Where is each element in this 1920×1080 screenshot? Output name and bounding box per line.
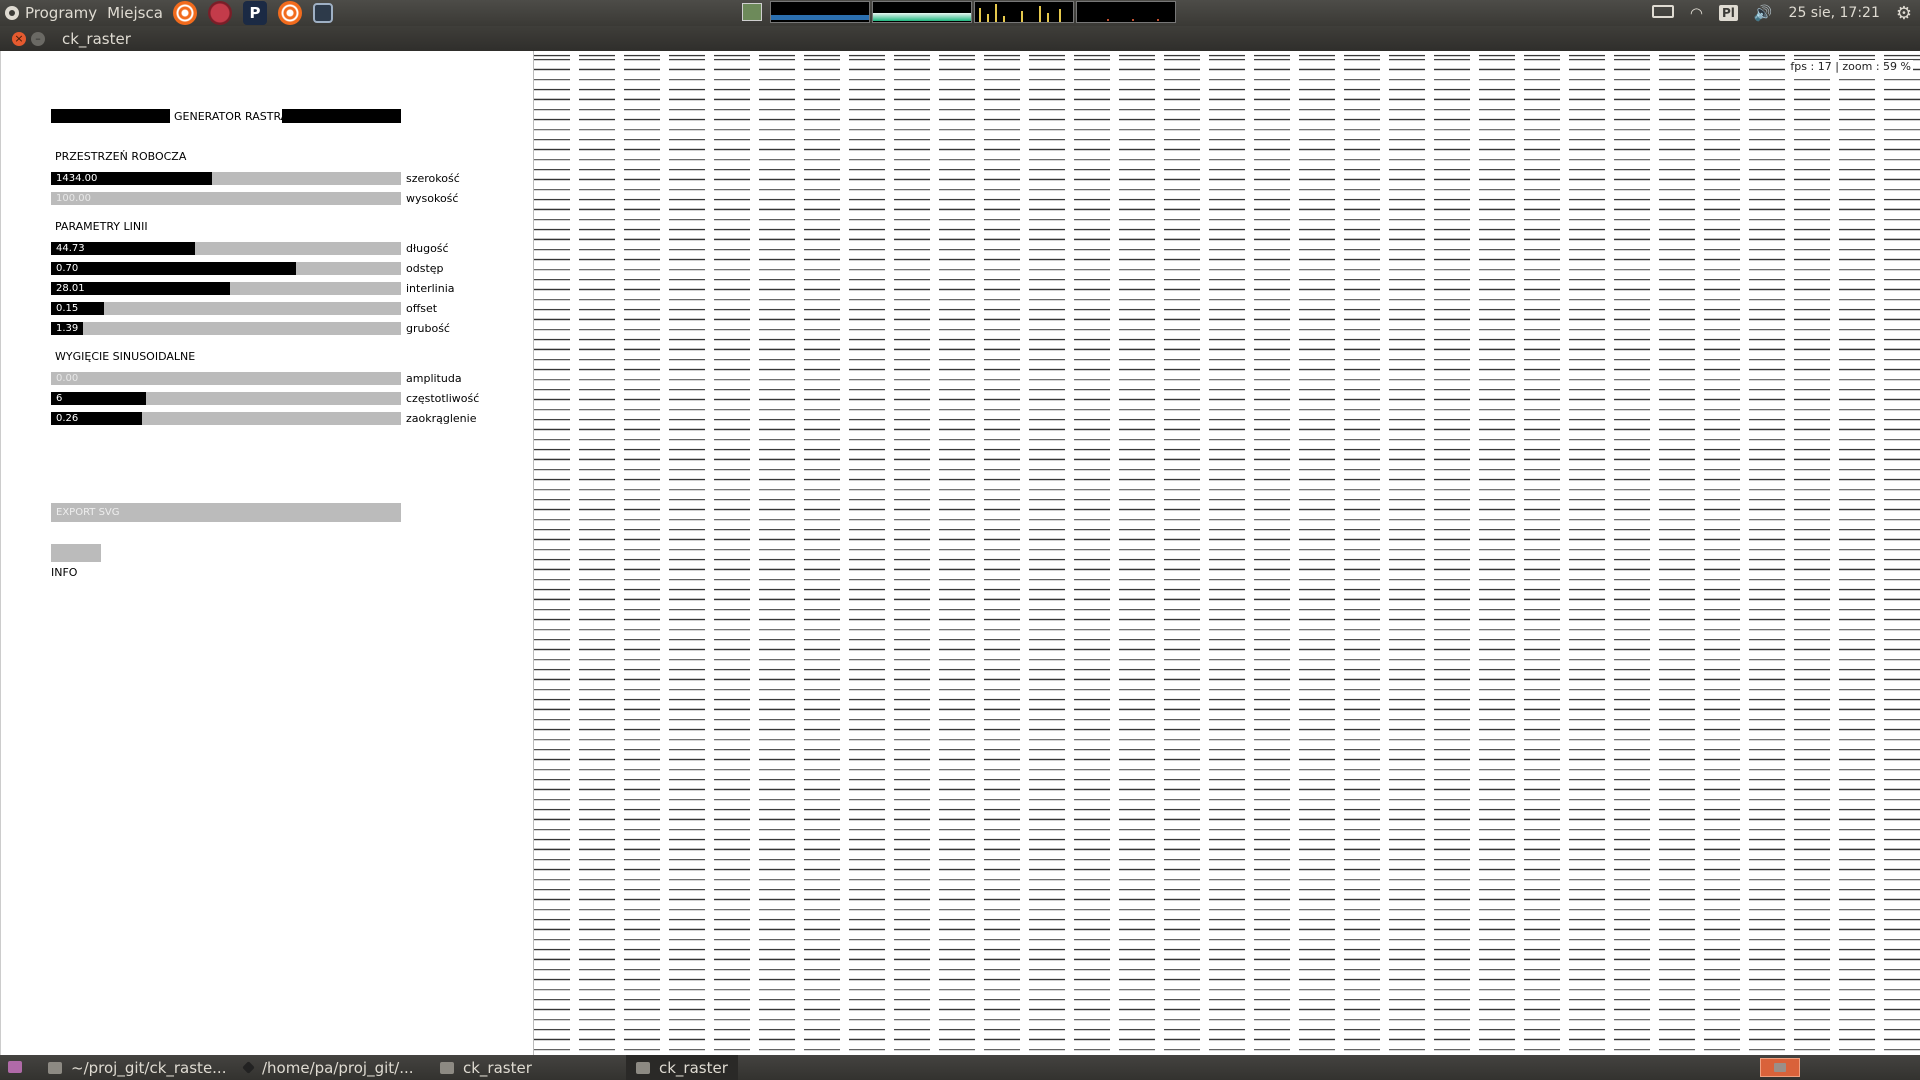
system-monitor-icon	[742, 3, 762, 21]
section-workspace: PRZESTRZEŃ ROBOCZA	[55, 150, 187, 163]
slider-wysokosc[interactable]: 100.00	[51, 192, 401, 205]
slider-fill	[51, 262, 296, 275]
taskbar-item-label: ck_raster	[463, 1058, 532, 1077]
taskbar-item-label: /home/pa/proj_git/...	[262, 1058, 414, 1077]
slider-value: 28.01	[56, 283, 85, 294]
control-panel: GENERATOR RASTRA PRZESTRZEŃ ROBOCZA 1434…	[0, 51, 534, 1055]
houdini-icon[interactable]	[277, 1, 302, 25]
menu-miejsca[interactable]: Miejsca	[107, 4, 163, 22]
slider-value: 0.15	[56, 303, 79, 314]
taskbar-item-ck-raster[interactable]: ck_raster	[440, 1055, 532, 1080]
taskbar-item-editor[interactable]: /home/pa/proj_git/...	[242, 1055, 414, 1080]
wifi-icon[interactable]: ◠	[1690, 4, 1703, 22]
clock[interactable]: 25 sie, 17:21	[1789, 5, 1880, 21]
slider-label: amplituda	[406, 372, 462, 385]
slider-label: częstotliwość	[406, 392, 480, 405]
slider-czestotliwosc[interactable]: 6	[51, 392, 401, 405]
gear-icon[interactable]: ⚙	[1896, 3, 1912, 24]
workspace-switcher[interactable]	[1760, 1058, 1800, 1077]
taskbar-item-label: ~/proj_git/ck_raste...	[71, 1058, 227, 1077]
header-bar-right	[282, 109, 401, 123]
slider-label: zaokrąglenie	[406, 412, 477, 425]
slider-label: odstęp	[406, 262, 444, 275]
slider-value: 100.00	[56, 193, 91, 204]
slider-value: 1434.00	[56, 173, 98, 184]
keyboard-icon[interactable]	[1651, 4, 1674, 22]
editor-icon	[242, 1061, 255, 1074]
section-sine: WYGIĘCIE SINUSOIDALNE	[55, 350, 196, 363]
info-toggle[interactable]	[51, 544, 101, 562]
taskbar-item-label: ck_raster	[659, 1058, 728, 1077]
slider-szerokosc[interactable]: 1434.00	[51, 172, 401, 185]
cpu-graph	[770, 1, 870, 23]
window-icon	[440, 1061, 454, 1074]
terminal-icon	[48, 1061, 62, 1074]
slider-interlinia[interactable]: 28.01	[51, 282, 401, 295]
slider-amplituda[interactable]: 0.00	[51, 372, 401, 385]
export-svg-button[interactable]: EXPORT SVG	[51, 503, 401, 522]
disk-graph	[1076, 1, 1176, 23]
info-label: INFO	[51, 566, 78, 579]
system-monitor[interactable]	[742, 1, 1176, 23]
show-desktop-icon[interactable]	[8, 1061, 22, 1073]
slider-value: 1.39	[56, 323, 79, 334]
slider-value: 44.73	[56, 243, 85, 254]
slider-value: 6	[56, 393, 63, 404]
raster-canvas[interactable]: fps : 17 | zoom : 59 %	[533, 51, 1920, 1055]
system-tray: ◠ Pl 🔊 25 sie, 17:21 ⚙	[1651, 0, 1920, 26]
red-sphere-icon[interactable]	[207, 1, 232, 25]
memory-graph	[872, 1, 972, 23]
window-title: ck_raster	[62, 29, 131, 48]
network-graph	[974, 1, 1074, 23]
close-button[interactable]: ×	[12, 31, 26, 46]
header-bar-left	[51, 109, 170, 123]
slider-grubosc[interactable]: 1.39	[51, 322, 401, 335]
houdini-icon[interactable]	[172, 1, 197, 25]
slider-label: długość	[406, 242, 449, 255]
menu-programy[interactable]: Programy	[25, 4, 97, 22]
slider-label: szerokość	[406, 172, 460, 185]
window-titlebar[interactable]: × – ck_raster	[0, 26, 1920, 51]
window-icon	[636, 1061, 650, 1074]
slider-dlugosc[interactable]: 44.73	[51, 242, 401, 255]
p-app-icon[interactable]: P	[242, 1, 267, 25]
volume-icon[interactable]: 🔊	[1754, 4, 1773, 22]
taskbar-item-ck-raster-active[interactable]: ck_raster	[626, 1055, 738, 1080]
slider-zaokraglenie[interactable]: 0.26	[51, 412, 401, 425]
keyboard-layout-indicator[interactable]: Pl	[1718, 5, 1738, 21]
slider-label: interlinia	[406, 282, 455, 295]
slider-label: grubość	[406, 322, 450, 335]
slider-value: 0.26	[56, 413, 79, 424]
bottom-taskbar: ~/proj_git/ck_raste... /home/pa/proj_git…	[0, 1055, 1920, 1080]
slider-odstep[interactable]: 0.70	[51, 262, 401, 275]
slider-offset[interactable]: 0.15	[51, 302, 401, 315]
panel-header: GENERATOR RASTRA	[174, 110, 289, 123]
slider-label: wysokość	[406, 192, 459, 205]
fps-zoom-readout: fps : 17 | zoom : 59 %	[1788, 60, 1913, 73]
ubuntu-logo-icon[interactable]	[5, 6, 19, 20]
film-icon[interactable]	[312, 3, 333, 23]
section-line-params: PARAMETRY LINII	[55, 220, 148, 233]
minimize-button[interactable]: –	[31, 31, 45, 46]
slider-value: 0.70	[56, 263, 79, 274]
slider-label: offset	[406, 302, 438, 315]
slider-value: 0.00	[56, 373, 79, 384]
top-panel: Programy Miejsca P ◠ Pl 🔊 25 sie, 17:21 …	[0, 0, 1920, 26]
slider-fill	[51, 392, 146, 405]
taskbar-item-terminal[interactable]: ~/proj_git/ck_raste...	[48, 1055, 226, 1080]
